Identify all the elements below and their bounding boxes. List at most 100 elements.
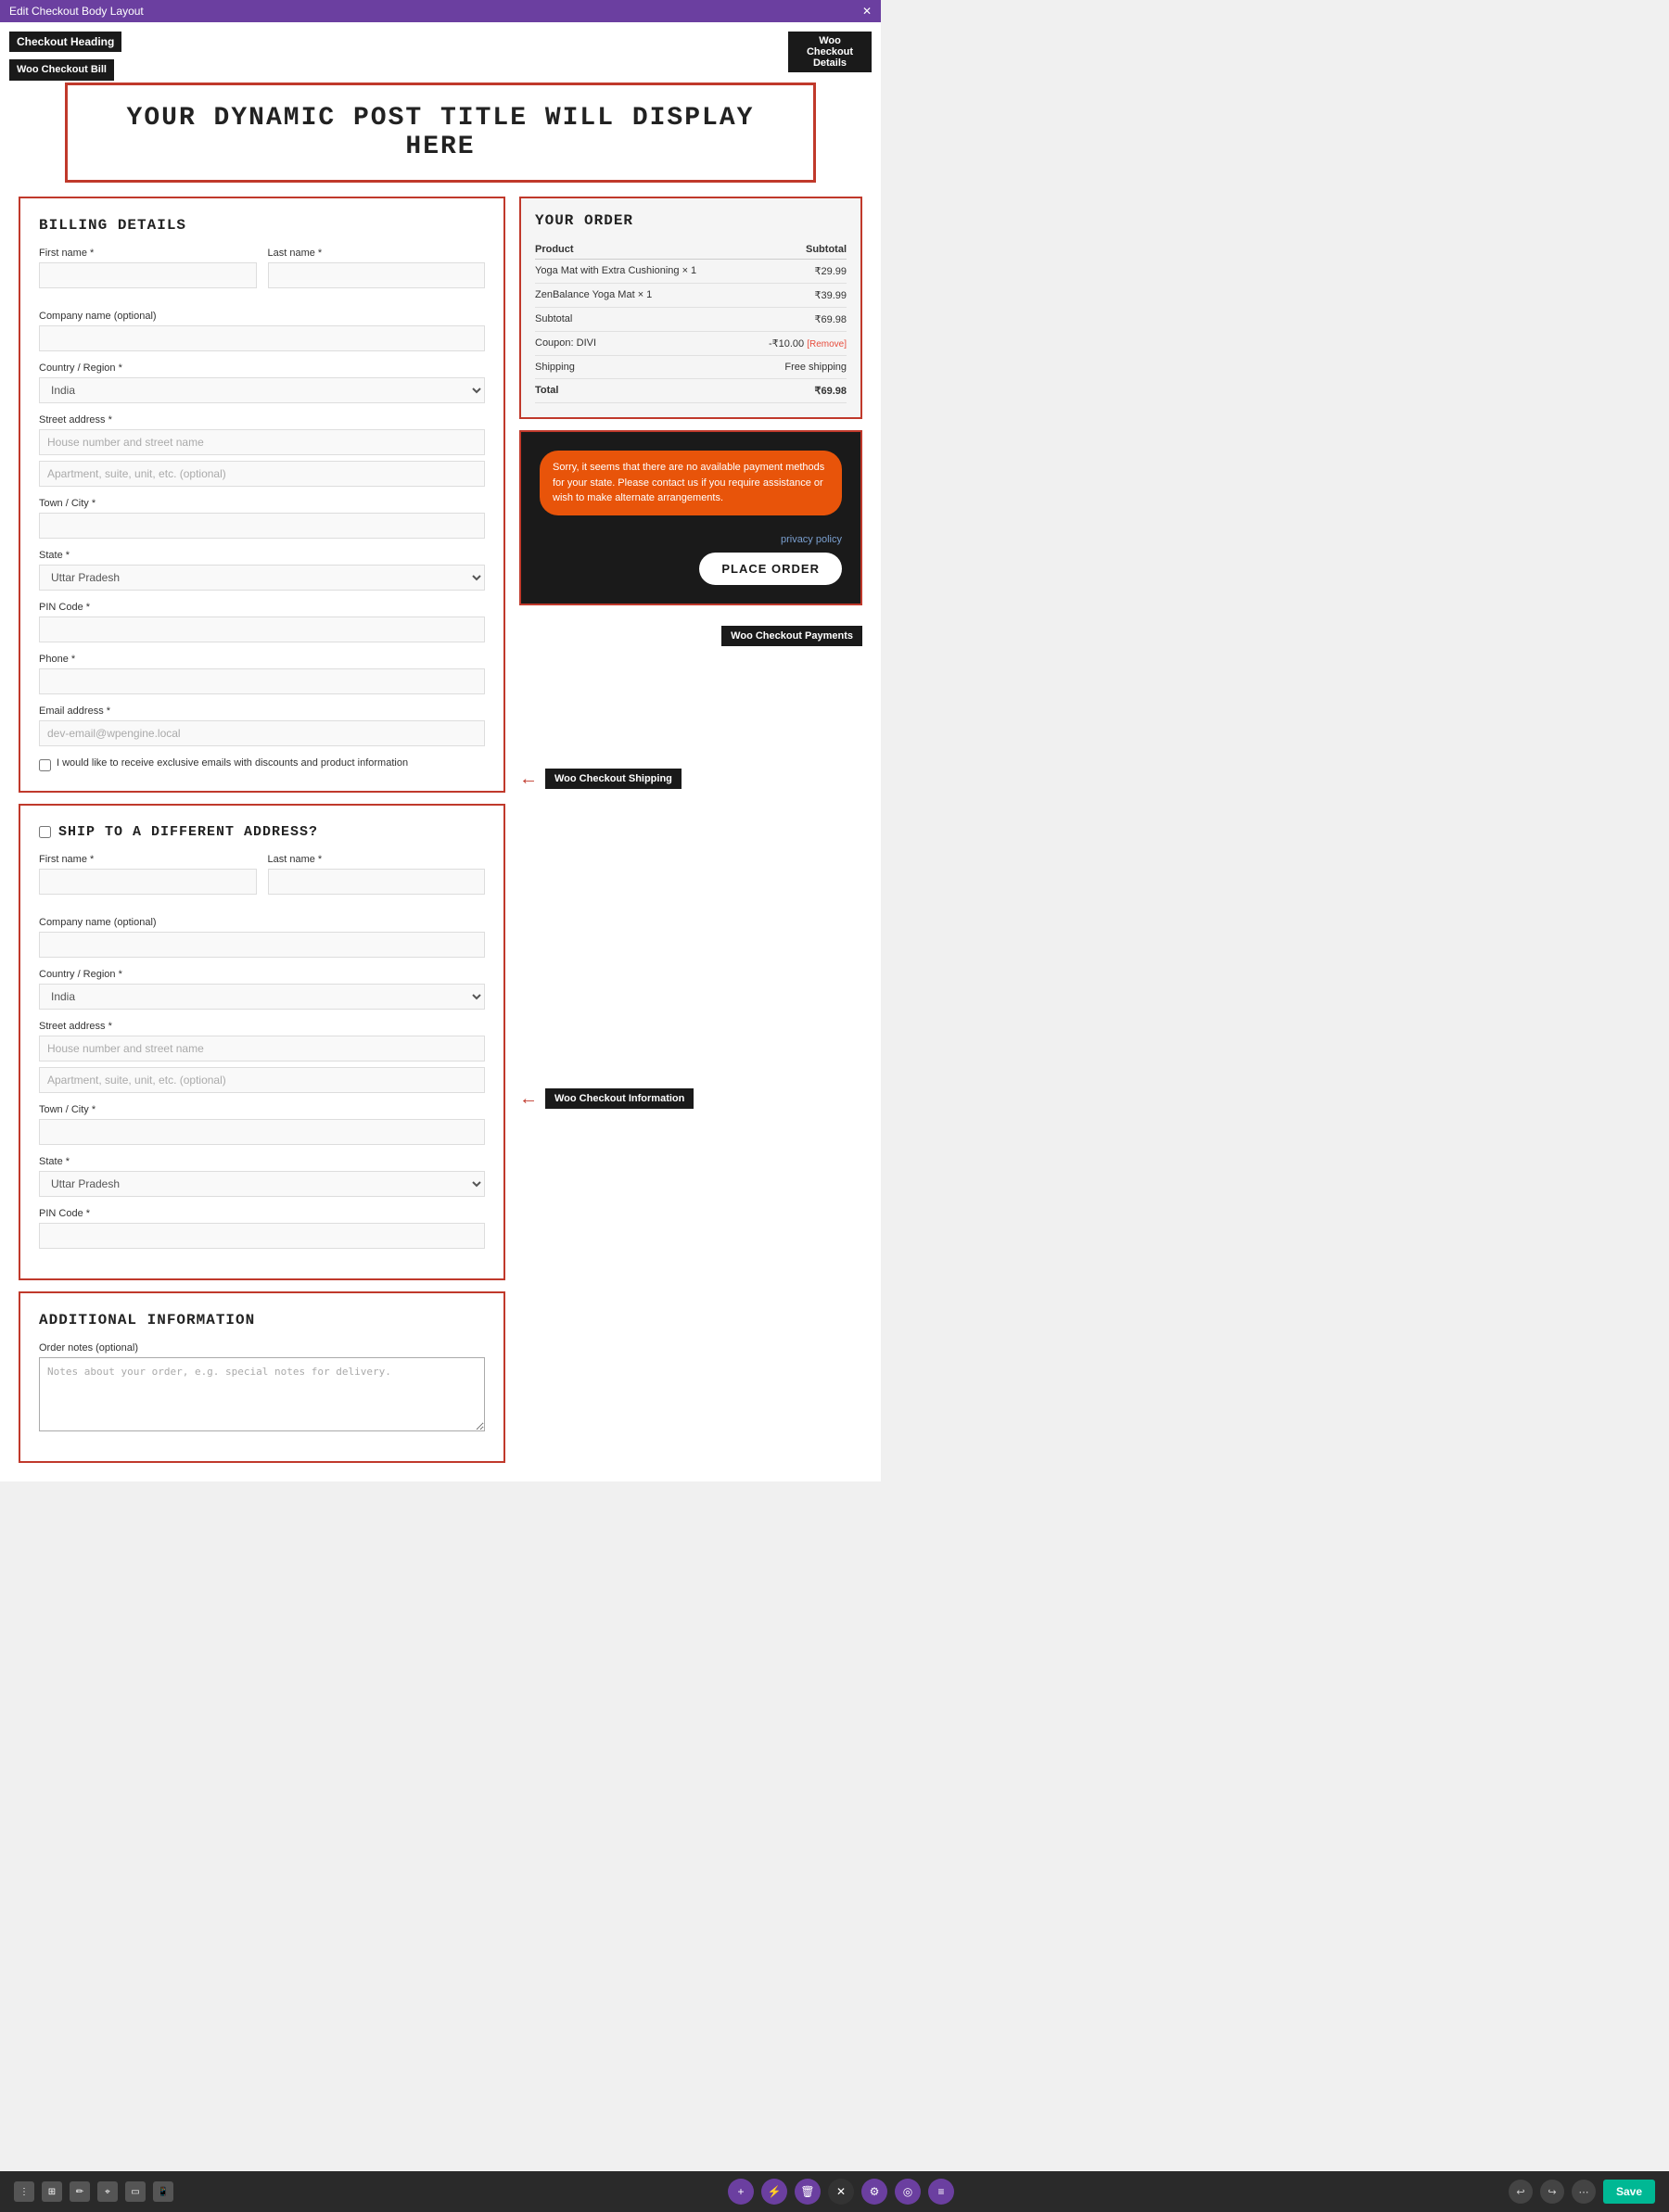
place-order-button[interactable]: PLACE ORDER <box>699 553 842 585</box>
coupon-remove-link[interactable]: [Remove] <box>807 339 847 350</box>
checkout-heading-label[interactable]: Checkout Heading <box>9 32 121 52</box>
topbar-title: Edit Checkout Body Layout <box>9 5 144 18</box>
order-total-row: Total ₹69.98 <box>535 379 847 403</box>
order-title: Your Order <box>535 212 847 229</box>
billing-last-name-label: Last name * <box>268 248 486 259</box>
billing-street-input[interactable] <box>39 429 485 455</box>
order-subtotal-value: ₹69.98 <box>745 308 847 332</box>
order-coupon-label: Coupon: DIVI <box>535 332 745 356</box>
billing-phone-group: Phone * <box>39 654 485 694</box>
shipping-company-input[interactable] <box>39 932 485 958</box>
billing-last-name-input[interactable] <box>268 262 486 288</box>
toolbar-mobile-icon[interactable]: 📱 <box>153 2181 173 2202</box>
top-bar: Edit Checkout Body Layout ✕ <box>0 0 881 22</box>
order-subtotal-label: Subtotal <box>535 308 745 332</box>
order-coupon-row: Coupon: DIVI -₹10.00 [Remove] <box>535 332 847 356</box>
shipping-first-name-label: First name * <box>39 854 257 865</box>
order-notes-textarea[interactable] <box>39 1357 485 1431</box>
shipping-title: Ship to a different address? <box>39 824 485 840</box>
billing-phone-input[interactable] <box>39 668 485 694</box>
billing-state-select[interactable]: Uttar Pradesh <box>39 565 485 591</box>
toolbar-x-icon[interactable]: ✕ <box>828 2179 854 2205</box>
billing-country-select[interactable]: India <box>39 377 485 403</box>
toolbar-grid-icon[interactable]: ⊞ <box>42 2181 62 2202</box>
shipping-town-group: Town / City * <box>39 1104 485 1145</box>
topbar-close[interactable]: ✕ <box>862 5 872 18</box>
billing-state-group: State * Uttar Pradesh <box>39 550 485 591</box>
billing-email-input[interactable] <box>39 720 485 746</box>
shipping-country-select[interactable]: India <box>39 984 485 1010</box>
shipping-state-label: State * <box>39 1156 485 1167</box>
toolbar-bolt-icon[interactable]: ⚡ <box>761 2179 787 2205</box>
additional-section: Additional Information Order notes (opti… <box>19 1291 505 1463</box>
billing-pin-input[interactable] <box>39 617 485 642</box>
shipping-state-group: State * Uttar Pradesh <box>39 1156 485 1197</box>
billing-street-label: Street address * <box>39 414 485 426</box>
shipping-pin-label: PIN Code * <box>39 1208 485 1219</box>
shipping-company-label: Company name (optional) <box>39 917 485 928</box>
shipping-country-group: Country / Region * India <box>39 969 485 1010</box>
toolbar-circle-icon[interactable]: ◎ <box>895 2179 921 2205</box>
woo-checkout-shipping-label[interactable]: Woo Checkout Shipping <box>545 769 682 789</box>
woo-information-label-container: ← Woo Checkout Information <box>519 1088 862 1110</box>
toolbar-redo-icon[interactable]: ↪ <box>1540 2180 1564 2204</box>
shipping-last-name-input[interactable] <box>268 869 486 895</box>
billing-apt-input[interactable] <box>39 461 485 487</box>
woo-checkout-information-label[interactable]: Woo Checkout Information <box>545 1088 694 1109</box>
toolbar-add-icon[interactable]: + <box>728 2179 754 2205</box>
order-subtotal-row: Subtotal ₹69.98 <box>535 308 847 332</box>
order-total-value: ₹69.98 <box>745 379 847 403</box>
order-notes-group: Order notes (optional) <box>39 1342 485 1431</box>
dynamic-title-banner: YOUR DYNAMIC POST TITLE WILL DISPLAY HER… <box>65 83 816 183</box>
billing-company-input[interactable] <box>39 325 485 351</box>
toolbar-more-icon[interactable]: ⋯ <box>1572 2180 1596 2204</box>
toolbar-pen-icon[interactable]: ✏ <box>70 2181 90 2202</box>
order-shipping-row: Shipping Free shipping <box>535 356 847 379</box>
woo-checkout-payments-label[interactable]: Woo Checkout Payments <box>721 626 862 646</box>
billing-first-name-input[interactable] <box>39 262 257 288</box>
billing-town-input[interactable] <box>39 513 485 539</box>
save-button[interactable]: Save <box>1603 2180 1655 2204</box>
woo-payments-label-container: Woo Checkout Payments <box>519 626 862 646</box>
order-shipping-value: Free shipping <box>745 356 847 379</box>
toolbar-undo-icon[interactable]: ↩ <box>1509 2180 1533 2204</box>
woo-checkout-details-label[interactable]: Woo Checkout Details <box>788 32 872 72</box>
additional-title: Additional Information <box>39 1312 485 1328</box>
shipping-town-input[interactable] <box>39 1119 485 1145</box>
toolbar-right: ↩ ↪ ⋯ Save <box>1509 2180 1655 2204</box>
shipping-street-input[interactable] <box>39 1036 485 1062</box>
toolbar-desktop-icon[interactable]: ▭ <box>125 2181 146 2202</box>
order-item-2-price: ₹39.99 <box>745 284 847 308</box>
billing-company-group: Company name (optional) <box>39 311 485 351</box>
billing-newsletter-checkbox[interactable] <box>39 759 51 771</box>
billing-pin-label: PIN Code * <box>39 602 485 613</box>
toolbar-left: ⋮ ⊞ ✏ ⌖ ▭ 📱 <box>14 2181 173 2202</box>
billing-section: Billing Details First name * Last name *… <box>19 197 505 793</box>
billing-newsletter-label: I would like to receive exclusive emails… <box>57 757 408 769</box>
shipping-apt-input[interactable] <box>39 1067 485 1093</box>
woo-checkout-bill-label[interactable]: Woo Checkout Bill <box>9 59 114 81</box>
shipping-state-select[interactable]: Uttar Pradesh <box>39 1171 485 1197</box>
order-summary: Your Order Product Subtotal Yoga Mat wit… <box>519 197 862 419</box>
main-layout: Billing Details First name * Last name *… <box>19 197 862 1463</box>
information-arrow-icon: ← <box>519 1088 538 1110</box>
toolbar-menu-icon[interactable]: ⋮ <box>14 2181 34 2202</box>
shipping-country-label: Country / Region * <box>39 969 485 980</box>
toolbar-adjust-icon[interactable]: ≡ <box>928 2179 954 2205</box>
shipping-first-name-input[interactable] <box>39 869 257 895</box>
ship-different-checkbox[interactable] <box>39 826 51 838</box>
billing-company-label: Company name (optional) <box>39 311 485 322</box>
toolbar-cursor-icon[interactable]: ⌖ <box>97 2181 118 2202</box>
billing-town-group: Town / City * <box>39 498 485 539</box>
billing-country-group: Country / Region * India <box>39 362 485 403</box>
toolbar-trash-icon[interactable]: 🗑 <box>795 2179 821 2205</box>
product-header: Product <box>535 240 745 260</box>
billing-country-label: Country / Region * <box>39 362 485 374</box>
billing-street-group: Street address * <box>39 414 485 487</box>
billing-phone-label: Phone * <box>39 654 485 665</box>
privacy-link[interactable]: privacy policy <box>540 534 842 545</box>
toolbar-settings-icon[interactable]: ⚙ <box>861 2179 887 2205</box>
billing-name-row: First name * Last name * <box>39 248 485 299</box>
woo-shipping-label-container: ← Woo Checkout Shipping <box>519 769 862 790</box>
shipping-pin-input[interactable] <box>39 1223 485 1249</box>
